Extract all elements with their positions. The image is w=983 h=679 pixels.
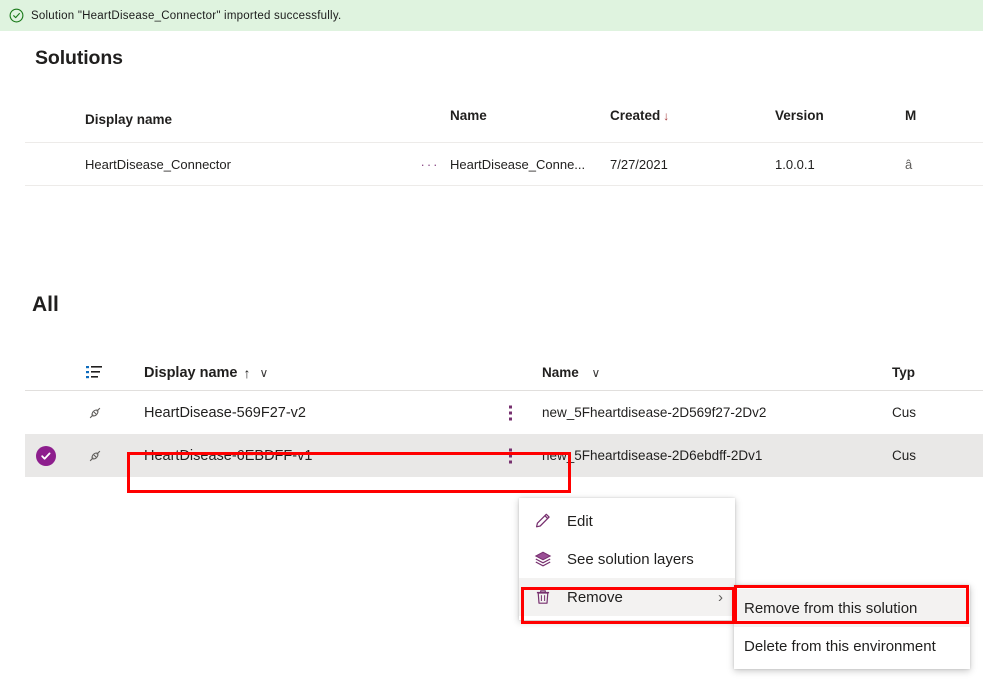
column-header-display-name[interactable]: Display name [25,108,410,127]
all-column-header-display-name[interactable]: Display name ↑ ∨ [122,365,542,381]
row-select-checkbox[interactable] [25,445,67,466]
column-header-created[interactable]: Created ↓ [610,108,775,123]
remove-submenu: Remove from this solution Delete from th… [734,585,970,669]
sort-ascending-icon: ↑ [243,364,251,381]
all-table-header: Display name ↑ ∨ Name ∨ Typ [25,355,983,391]
solution-managed-cell: â [905,157,965,172]
submenu-item-delete-from-this-environment[interactable]: Delete from this environment [734,627,970,665]
success-banner: Solution "HeartDisease_Connector" import… [0,0,983,31]
all-display-name-cell[interactable]: HeartDisease-569F27-v2 [122,405,542,421]
connector-plug-icon [67,448,122,464]
horizontal-ellipsis-icon: ··· [420,156,440,172]
all-column-header-type-label: Typ [892,365,915,380]
all-table: Display name ↑ ∨ Name ∨ Typ HeartDisease… [25,355,983,477]
submenu-item-delete-from-this-environment-label: Delete from this environment [744,637,936,655]
all-heading: All [32,293,59,316]
sort-descending-icon: ↓ [663,109,670,123]
solution-version-cell: 1.0.0.1 [775,156,815,172]
all-display-name-cell[interactable]: HeartDisease-6EBDFF-v1 [122,448,542,464]
table-row[interactable]: HeartDisease-6EBDFF-v1 new_5Fheartdiseas… [25,434,983,477]
menu-item-remove[interactable]: Remove › [519,578,735,616]
solutions-heading: Solutions [35,47,123,69]
menu-item-remove-label: Remove [567,588,623,606]
all-column-header-name[interactable]: Name ∨ [542,365,892,380]
table-row[interactable]: HeartDisease-569F27-v2 new_5Fheartdiseas… [25,391,983,434]
solution-name-cell: HeartDisease_Conne... [450,156,586,172]
solutions-table: Display name Name Created ↓ Version M Hea… [25,108,983,186]
all-display-name-text: HeartDisease-6EBDFF-v1 [144,447,313,464]
column-header-managed[interactable]: M [905,108,965,123]
all-display-name-text: HeartDisease-569F27-v2 [144,404,306,421]
checkmark-circle-icon [36,445,56,466]
success-banner-message: Solution "HeartDisease_Connector" import… [31,9,342,22]
row-context-menu: Edit See solution layers Remove › [519,498,735,620]
column-header-version-label: Version [775,108,824,123]
table-row[interactable]: HeartDisease_Connector ··· HeartDisease_… [25,143,983,186]
column-header-name-label: Name [450,108,487,123]
menu-item-edit-label: Edit [567,512,593,530]
vertical-ellipsis-icon[interactable] [509,448,512,463]
column-header-version[interactable]: Version [775,108,905,123]
chevron-right-icon: › [718,588,723,606]
solution-created-cell: 7/27/2021 [610,156,668,172]
column-header-managed-label: M [905,108,917,123]
all-type-cell: Cus [892,405,917,420]
column-header-created-label: Created [610,108,661,123]
row-overflow-menu-icon[interactable]: ··· [410,157,450,172]
submenu-item-remove-from-this-solution-label: Remove from this solution [744,599,918,617]
all-name-cell: new_5Fheartdisease-2D569f27-2Dv2 [542,405,767,420]
all-column-header-type[interactable]: Typ [892,365,982,380]
all-name-cell: new_5Fheartdisease-2D6ebdff-2Dv1 [542,448,763,463]
solution-display-name-cell: HeartDisease_Connector [85,156,231,172]
chevron-down-icon[interactable]: ∨ [260,366,269,380]
all-type-cell: Cus [892,448,917,463]
all-column-header-display-name-label: Display name [144,364,238,381]
menu-item-edit[interactable]: Edit [519,502,735,540]
layers-icon [533,549,553,569]
pencil-icon [533,511,553,531]
menu-item-see-solution-layers-label: See solution layers [567,550,694,568]
solutions-table-header: Display name Name Created ↓ Version M [25,108,983,143]
all-column-header-name-label: Name [542,365,579,380]
managed-lock-icon: â [905,156,913,172]
sort-group-icon[interactable] [67,365,122,381]
submenu-item-remove-from-this-solution[interactable]: Remove from this solution [734,589,970,627]
column-header-display-name-label: Display name [85,112,173,127]
column-header-name[interactable]: Name [450,108,610,123]
vertical-ellipsis-icon[interactable] [509,405,512,420]
trash-icon [533,587,553,607]
chevron-down-icon[interactable]: ∨ [592,366,601,380]
connector-plug-icon [67,405,122,421]
menu-item-see-solution-layers[interactable]: See solution layers [519,540,735,578]
check-circle-icon [9,8,24,23]
